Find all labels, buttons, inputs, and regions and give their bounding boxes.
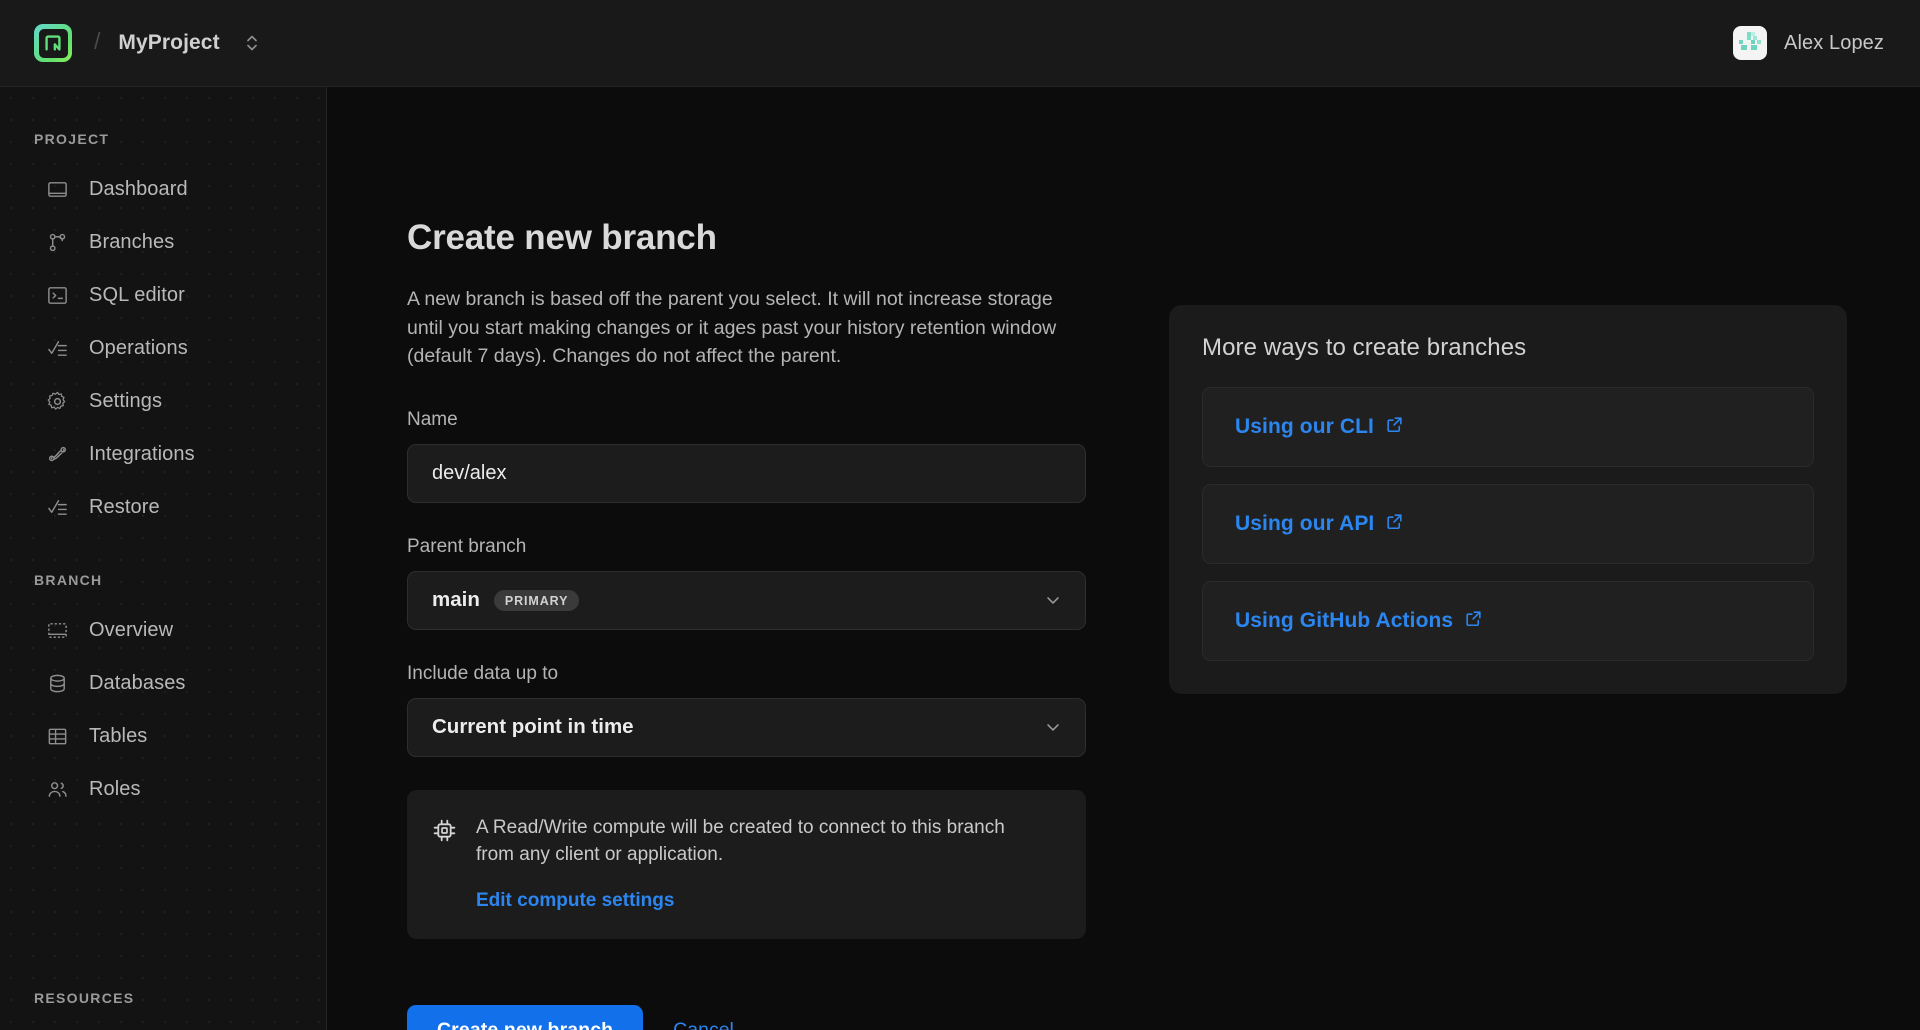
sidebar-item-dashboard[interactable]: Dashboard	[0, 163, 326, 216]
panel-card-label: Using our API	[1235, 512, 1374, 536]
neon-logo-icon[interactable]	[34, 24, 72, 62]
chevron-up-down-icon[interactable]	[242, 28, 262, 58]
integrations-icon	[45, 442, 70, 467]
external-link-icon	[1464, 609, 1483, 634]
parent-branch-field-group: Parent branch main PRIMARY	[407, 536, 1086, 630]
parent-branch-select[interactable]: main PRIMARY	[407, 571, 1086, 630]
panel-card-api[interactable]: Using our API	[1202, 484, 1814, 564]
sidebar-divider-space	[0, 534, 326, 572]
chevron-down-icon	[1043, 717, 1063, 737]
sidebar-item-sql-editor[interactable]: SQL editor	[0, 269, 326, 322]
compute-info-callout: A Read/Write compute will be created to …	[407, 790, 1086, 939]
using-our-cli-link[interactable]: Using our CLI	[1235, 415, 1404, 440]
primary-badge: PRIMARY	[494, 590, 579, 612]
dashboard-icon	[45, 177, 70, 202]
body: PROJECT Dashboard Branches SQL editor	[0, 87, 1920, 1030]
name-field-label: Name	[407, 409, 1086, 431]
branches-icon	[45, 230, 70, 255]
sidebar-item-overview[interactable]: Overview	[0, 604, 326, 657]
sidebar-item-roles[interactable]: Roles	[0, 763, 326, 816]
panel-title: More ways to create branches	[1202, 334, 1814, 362]
table-icon	[45, 724, 70, 749]
panel-card-label: Using our CLI	[1235, 415, 1374, 439]
sidebar-item-settings[interactable]: Settings	[0, 375, 326, 428]
sidebar-item-databases[interactable]: Databases	[0, 657, 326, 710]
sidebar-item-branches[interactable]: Branches	[0, 216, 326, 269]
sidebar-item-label: Databases	[89, 672, 186, 695]
sidebar-item-label: Tables	[89, 725, 147, 748]
sidebar-item-label: Integrations	[89, 443, 195, 466]
compute-callout-body: A Read/Write compute will be created to …	[476, 815, 1036, 912]
operations-icon	[45, 336, 70, 361]
sidebar-item-tables[interactable]: Tables	[0, 710, 326, 763]
include-data-label: Include data up to	[407, 663, 1086, 685]
sidebar-item-label: Settings	[89, 390, 162, 413]
gear-icon	[45, 389, 70, 414]
sql-editor-icon	[45, 283, 70, 308]
sidebar-item-label: Operations	[89, 337, 188, 360]
branch-name-input[interactable]	[407, 444, 1086, 503]
sidebar-item-operations[interactable]: Operations	[0, 322, 326, 375]
app-root: / MyProject	[0, 0, 1920, 1030]
parent-branch-value: main	[432, 588, 480, 612]
panel-card-label: Using GitHub Actions	[1235, 609, 1453, 633]
sidebar-item-label: Overview	[89, 619, 173, 642]
more-ways-panel: More ways to create branches Using our C…	[1169, 305, 1847, 694]
sidebar-item-restore[interactable]: Restore	[0, 481, 326, 534]
form-actions: Create new branch Cancel	[407, 1005, 1087, 1030]
sidebar-section-branch-title: BRANCH	[0, 572, 326, 588]
breadcrumb-separator: /	[94, 28, 100, 55]
panel-card-cli[interactable]: Using our CLI	[1202, 387, 1814, 467]
sidebar-section-resources-title: RESOURCES	[34, 990, 134, 1006]
compute-callout-text: A Read/Write compute will be created to …	[476, 815, 1036, 869]
sidebar-item-label: Roles	[89, 778, 141, 801]
name-field-group: Name	[407, 409, 1086, 503]
restore-icon	[45, 495, 70, 520]
user-name: Alex Lopez	[1784, 32, 1884, 55]
user-menu[interactable]: Alex Lopez	[1733, 26, 1884, 60]
create-new-branch-button[interactable]: Create new branch	[407, 1005, 643, 1030]
main-content: Create new branch A new branch is based …	[327, 87, 1920, 1030]
parent-branch-label: Parent branch	[407, 536, 1086, 558]
sidebar-item-label: Dashboard	[89, 178, 188, 201]
external-link-icon	[1385, 415, 1404, 440]
project-name[interactable]: MyProject	[118, 31, 219, 55]
edit-compute-settings-link[interactable]: Edit compute settings	[476, 890, 674, 912]
roles-icon	[45, 777, 70, 802]
sidebar-item-label: SQL editor	[89, 284, 185, 307]
overview-icon	[45, 618, 70, 643]
include-data-value: Current point in time	[432, 715, 634, 739]
sidebar-item-integrations[interactable]: Integrations	[0, 428, 326, 481]
create-branch-form: Create new branch A new branch is based …	[327, 87, 1087, 1030]
page-description: A new branch is based off the parent you…	[407, 285, 1067, 371]
sidebar-section-project-title: PROJECT	[0, 131, 326, 147]
include-data-field-group: Include data up to Current point in time	[407, 663, 1086, 757]
cancel-button[interactable]: Cancel	[673, 1019, 734, 1030]
using-our-api-link[interactable]: Using our API	[1235, 512, 1404, 537]
external-link-icon	[1385, 512, 1404, 537]
sidebar-item-label: Branches	[89, 231, 174, 254]
sidebar: PROJECT Dashboard Branches SQL editor	[0, 87, 327, 1030]
avatar	[1733, 26, 1767, 60]
top-bar: / MyProject	[0, 0, 1920, 87]
panel-card-github-actions[interactable]: Using GitHub Actions	[1202, 581, 1814, 661]
sidebar-item-label: Restore	[89, 496, 160, 519]
cpu-chip-icon	[431, 815, 459, 912]
breadcrumb: / MyProject	[34, 24, 262, 62]
include-data-select[interactable]: Current point in time	[407, 698, 1086, 757]
chevron-down-icon	[1043, 590, 1063, 610]
aside-column: More ways to create branches Using our C…	[1087, 87, 1847, 1030]
page-title: Create new branch	[407, 218, 1087, 258]
using-github-actions-link[interactable]: Using GitHub Actions	[1235, 609, 1483, 634]
database-icon	[45, 671, 70, 696]
